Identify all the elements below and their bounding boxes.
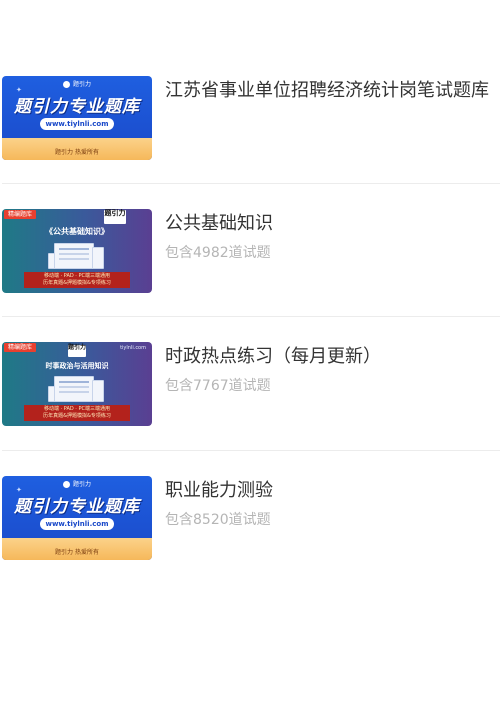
thumbnail-url: www.tiylnli.com [40, 118, 114, 130]
course-thumbnail[interactable]: 精编题库 题引力 《公共基础知识》 移动端 · PAD · PC端三端通用 历年… [2, 209, 152, 293]
thumbnail-footer-bar: 移动端 · PAD · PC端三端通用 历年真题&押题模拟&专项练习 [24, 405, 130, 421]
thumbnail-tag: 精编题库 [4, 343, 37, 352]
brand-logo: 题引力 [2, 479, 152, 488]
thumbnail-slogan: 题引力 热爱所有 [55, 149, 99, 156]
thumbnail-headline: 题引力专业题库 [14, 97, 140, 117]
thumbnail-url: www.tiylnli.com [40, 518, 114, 530]
brand-logo-icon [62, 81, 70, 88]
desktop-icon [54, 376, 94, 402]
brand-mark-icon: 题引力 [104, 210, 126, 224]
thumbnail-slogan: 题引力 热爱所有 [55, 549, 99, 556]
list-item[interactable]: 题引力 ✦ ✦ 题引力专业题库 www.tiylnli.com 题引力 热爱所有… [0, 76, 500, 172]
brand-logo: 题引力 [2, 79, 152, 88]
devices-illustration [48, 241, 104, 271]
item-title[interactable]: 江苏省事业单位招聘经济统计岗笔试题库 [165, 78, 500, 104]
thumbnail-course-title: 《公共基础知识》 [45, 227, 109, 236]
list-item[interactable]: 精编题库 题引力 tiylnli.com 时事政治与活用知识 移动端 · PAD… [0, 342, 500, 438]
tablet-icon [92, 247, 104, 269]
item-title[interactable]: 职业能力测验 [165, 478, 500, 504]
question-bank-list: 题引力 ✦ ✦ 题引力专业题库 www.tiylnli.com 题引力 热爱所有… [0, 0, 500, 710]
question-count: 包含7767道试题 [165, 378, 271, 394]
devices-illustration [48, 374, 104, 404]
thumbnail-course-title: 时事政治与活用知识 [45, 362, 109, 370]
divider [2, 450, 500, 451]
thumbnail-footer-bar: 移动端 · PAD · PC端三端通用 历年真题&押题模拟&专项练习 [24, 272, 130, 288]
course-thumbnail[interactable]: 题引力 ✦ ✦ 题引力专业题库 www.tiylnli.com 题引力 热爱所有 [2, 476, 152, 560]
list-item[interactable]: 精编题库 题引力 《公共基础知识》 移动端 · PAD · PC端三端通用 历年… [0, 209, 500, 305]
question-count: 包含4982道试题 [165, 245, 271, 261]
thumbnail-headline: 题引力专业题库 [14, 497, 140, 517]
item-title[interactable]: 时政热点练习（每月更新） [165, 344, 500, 370]
list-item[interactable]: 题引力 ✦ ✦ 题引力专业题库 www.tiylnli.com 题引力 热爱所有… [0, 476, 500, 572]
thumbnail-tag: 精编题库 [4, 210, 37, 219]
course-thumbnail[interactable]: 精编题库 题引力 tiylnli.com 时事政治与活用知识 移动端 · PAD… [2, 342, 152, 426]
item-title[interactable]: 公共基础知识 [165, 211, 500, 237]
question-count: 包含8520道试题 [165, 512, 271, 528]
brand-mark-icon: 题引力 [68, 345, 86, 357]
divider [2, 183, 500, 184]
course-thumbnail[interactable]: 题引力 ✦ ✦ 题引力专业题库 www.tiylnli.com 题引力 热爱所有 [2, 76, 152, 160]
desktop-icon [54, 243, 94, 269]
thumbnail-url: tiylnli.com [120, 345, 146, 351]
brand-logo-icon [62, 481, 70, 488]
tablet-icon [92, 380, 104, 402]
divider [2, 316, 500, 317]
